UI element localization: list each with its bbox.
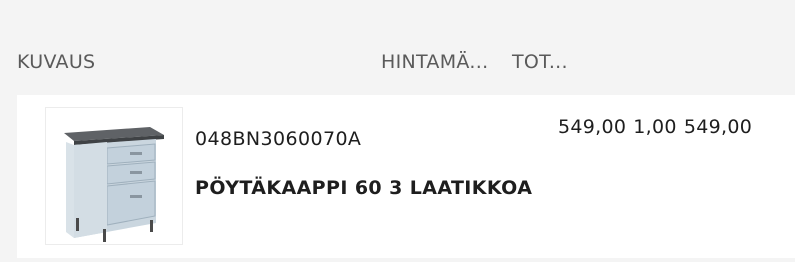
item-quantity: 1,00 [633,116,677,138]
column-header-unit-price[interactable]: HINTAMÄ... [381,51,488,73]
item-amounts: 549,00 1,00 549,00 [558,116,752,138]
item-sku: 048BN3060070A [195,128,362,150]
base-cabinet-icon [64,127,164,242]
table-header-row: KUVAUS HINTAMÄ... TOT... [0,0,795,95]
item-name[interactable]: PÖYTÄKAAPPI 60 3 LAATIKKOA [195,177,532,199]
item-total: 549,00 [683,116,753,138]
item-unit-price: 549,00 [558,116,627,138]
product-thumbnail[interactable] [45,107,183,245]
column-header-description[interactable]: KUVAUS [17,51,95,73]
table-row[interactable]: 048BN3060070A PÖYTÄKAAPPI 60 3 LAATIKKOA… [17,95,795,258]
column-header-total[interactable]: TOT... [512,51,568,73]
